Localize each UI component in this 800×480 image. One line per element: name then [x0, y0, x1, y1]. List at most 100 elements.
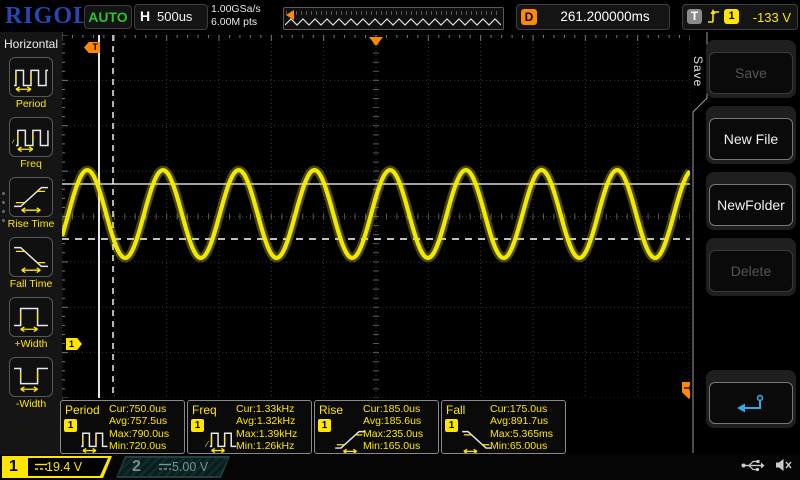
timebase-value: 500us	[157, 9, 192, 24]
new-folder-button[interactable]: NewFolder	[709, 184, 793, 226]
measurement-avg: Avg:891.7us	[490, 415, 562, 427]
preview-ruler	[286, 11, 501, 15]
menu-button-minus-width[interactable]	[9, 357, 53, 397]
channel-badge: 1	[318, 419, 331, 432]
speaker-muted-icon	[775, 458, 792, 472]
trigger-label: T	[687, 9, 702, 24]
menu-item-label: Rise Time	[8, 218, 55, 230]
period-icon	[12, 61, 50, 93]
sample-rate: 1.00GSa/s	[211, 3, 261, 16]
measurement-cur: Cur:1.33kHz	[236, 403, 308, 415]
measurement-avg: Avg:185.6us	[363, 415, 435, 427]
waveform-plot	[62, 35, 690, 398]
minus-width-icon	[12, 361, 50, 393]
measurement-cur: Cur:750.0us	[109, 403, 181, 415]
svg-text:⁄: ⁄	[205, 440, 210, 449]
status-bar: RIGOL AUTO H 500us 1.00GSa/s 6.00M pts D…	[0, 0, 800, 32]
menu-button-rise-time[interactable]	[9, 177, 53, 217]
oscilloscope-screen: RIGOL AUTO H 500us 1.00GSa/s 6.00M pts D…	[0, 0, 800, 480]
softkey-slot: New File	[706, 106, 796, 164]
button-label: New File	[724, 131, 778, 147]
menu-item-label: Fall Time	[10, 278, 53, 290]
menu-button-freq[interactable]: ⁄	[9, 117, 53, 157]
return-arrow-icon	[733, 392, 769, 414]
menu-item-label: Freq	[20, 158, 42, 170]
trigger-level-value: -133 V	[753, 10, 791, 25]
preview-waveform	[285, 16, 501, 28]
menu-item-label: -Width	[16, 398, 46, 410]
save-button[interactable]: Save	[709, 52, 793, 94]
freq-icon: ⁄	[12, 121, 50, 153]
measurement-name: Rise	[319, 403, 343, 417]
svg-text:⁄: ⁄	[12, 137, 15, 147]
measurement-panel-period: Period 1 Cur:750.0us Avg:757.5us Max:790…	[60, 400, 185, 454]
measurement-name: Freq	[192, 403, 217, 417]
measurement-avg: Avg:757.5us	[109, 415, 181, 427]
channel1-number: 1	[9, 458, 18, 476]
usb-icon	[741, 459, 765, 472]
measurement-max: Max:1.39kHz	[236, 428, 308, 440]
softkey-slot: Delete	[706, 238, 796, 296]
measurement-name: Fall	[446, 403, 465, 417]
channel2-indicator[interactable]: 2 5.00 V	[116, 456, 230, 478]
menu-button-period[interactable]	[9, 57, 53, 97]
menu-button-fall-time[interactable]	[9, 237, 53, 277]
channel-badge: 1	[445, 419, 458, 432]
measurement-cur: Cur:185.0us	[363, 403, 435, 415]
measurement-avg: Avg:1.32kHz	[236, 415, 308, 427]
softkey-slot: NewFolder	[706, 172, 796, 230]
trigger-box: T 1 -133 V	[682, 4, 798, 30]
measurement-panel-rise: Rise 1 Cur:185.0us Avg:185.6us Max:235.0…	[314, 400, 439, 454]
trigger-position-marker-icon	[369, 37, 383, 46]
channel2-scale: 5.00 V	[172, 460, 208, 474]
rigol-logo: RIGOL	[5, 3, 90, 30]
acquisition-info: 1.00GSa/s 6.00M pts	[211, 3, 261, 29]
button-label: Save	[735, 65, 767, 81]
horizontal-measure-menu: Horizontal Period ⁄ Freq	[0, 32, 63, 455]
softkey-slot	[706, 370, 796, 428]
menu-item-label: +Width	[15, 338, 48, 350]
button-label: Delete	[731, 263, 771, 279]
run-status-badge: AUTO	[84, 5, 132, 29]
channel-badge: 1	[64, 419, 77, 432]
measurement-min: Min:720.0us	[109, 440, 181, 452]
measurement-max: Max:5.365ms	[490, 428, 562, 440]
channel1-scale: 19.4 V	[46, 460, 82, 474]
measurement-panel-fall: Fall 1 Cur:175.0us Avg:891.7us Max:5.365…	[441, 400, 566, 454]
channel1-indicator[interactable]: 1 19.4 V	[2, 456, 112, 478]
measurement-panel-freq: Freq 1 ⁄ Cur:1.33kHz Avg:1.32kHz Max:1.3…	[187, 400, 312, 454]
measurement-min: Min:65.00us	[490, 440, 562, 452]
graticule-display	[62, 35, 690, 398]
dc-coupling-icon	[158, 463, 172, 471]
softkey-slot: Save	[706, 40, 796, 98]
save-menu-panel: Save Save New File NewFolder Delete	[690, 32, 800, 455]
measurement-max: Max:235.0us	[363, 428, 435, 440]
measurement-name: Period	[65, 403, 100, 417]
channel-badge: 1	[191, 419, 204, 432]
menu-button-plus-width[interactable]	[9, 297, 53, 337]
delay-badge: D	[521, 9, 537, 25]
back-button[interactable]	[709, 382, 793, 424]
measurement-cur: Cur:175.0us	[490, 403, 562, 415]
channel2-number: 2	[132, 458, 141, 476]
delete-button[interactable]: Delete	[709, 250, 793, 292]
new-file-button[interactable]: New File	[709, 118, 793, 160]
delay-value: 261.200000ms	[547, 9, 663, 24]
timebase-box: H 500us	[134, 4, 208, 30]
button-label: NewFolder	[717, 197, 785, 213]
menu-tab-label: Save	[691, 56, 705, 87]
rise-time-icon	[12, 181, 50, 213]
measurement-min: Min:1.26kHz	[236, 440, 308, 452]
plus-width-icon	[12, 301, 50, 333]
rising-edge-icon	[707, 8, 720, 26]
menu-scroll-indicator	[2, 192, 5, 222]
horizontal-label: H	[140, 8, 150, 24]
menu-item-label: Period	[16, 98, 46, 110]
menu-title: Horizontal	[4, 37, 58, 51]
waveform-preview-strip	[283, 7, 504, 30]
measurement-min: Min:165.0us	[363, 440, 435, 452]
fall-time-icon	[12, 241, 50, 273]
channel-status-bar: 1 19.4 V 2 5.00 V	[0, 455, 800, 480]
trigger-source-badge: 1	[724, 9, 739, 24]
memory-depth: 6.00M pts	[211, 16, 261, 29]
